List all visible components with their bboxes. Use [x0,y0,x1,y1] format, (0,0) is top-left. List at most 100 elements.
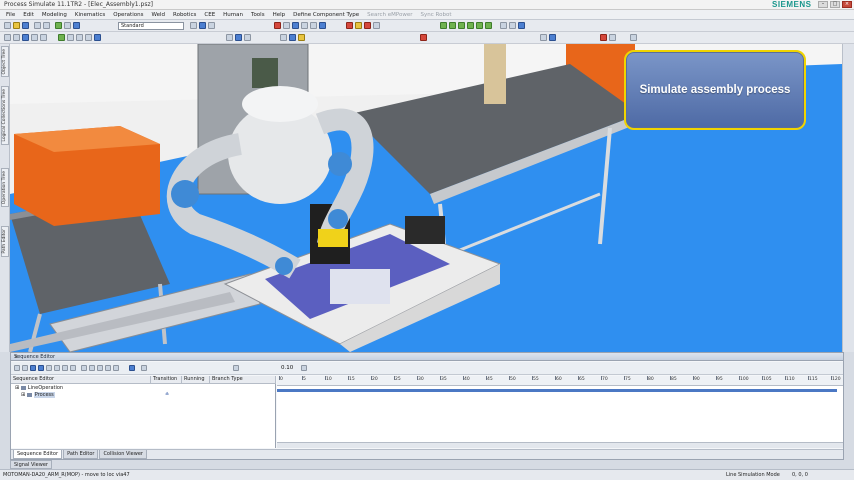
sim-time-value[interactable]: 0.10 [281,365,293,371]
list-icon[interactable] [13,34,20,41]
col-transition[interactable]: Transition [151,376,182,384]
light-icon[interactable] [289,34,296,41]
tree-icon[interactable] [4,34,11,41]
menu-tools[interactable]: Tools [251,12,265,18]
path-icon[interactable] [476,22,483,29]
time-up-icon[interactable] [301,365,307,371]
rotate-icon[interactable] [292,22,299,29]
menu-kinematics[interactable]: Kinematics [75,12,105,18]
tree-row-lineoperation[interactable]: ⊞ LineOperation [15,385,63,392]
menu-robotics[interactable]: Robotics [173,12,196,18]
col-branch-type[interactable]: Branch Type [210,376,276,384]
blank-icon[interactable] [298,34,305,41]
seq-zoom-in-icon[interactable] [30,365,36,371]
transition-icon[interactable]: ≛ [165,392,169,398]
measure-icon[interactable] [355,22,362,29]
plc-icon[interactable] [549,34,556,41]
menu-help[interactable]: Help [273,12,286,18]
reach-icon[interactable] [485,22,492,29]
part-icon[interactable] [31,34,38,41]
save-icon[interactable] [22,22,29,29]
seq-settings-icon[interactable] [233,365,239,371]
undo-icon[interactable] [34,22,41,29]
pause-sim-icon[interactable] [129,365,135,371]
simulation-mode[interactable]: Line Simulation Mode [726,472,780,478]
select-icon[interactable] [73,22,80,29]
teach-icon[interactable] [449,22,456,29]
col-sequence-editor[interactable]: Sequence Editor [11,376,151,384]
grid-icon[interactable] [500,22,507,29]
snap-icon[interactable] [208,22,215,29]
seq-tool-icon-2[interactable] [22,365,28,371]
move-icon[interactable] [283,22,290,29]
tree-row-process[interactable]: ⊞ Process [21,392,55,399]
section-icon[interactable] [373,22,380,29]
process-bar[interactable] [277,389,837,392]
jump-start-icon[interactable] [81,365,87,371]
tab-path-editor-side[interactable]: Path Editor [1,226,9,257]
frame-icon[interactable] [509,22,516,29]
color-icon[interactable] [280,34,287,41]
col-running[interactable]: Running [182,376,210,384]
alert-icon[interactable] [600,34,607,41]
seq-fit-icon[interactable] [46,365,52,371]
tab-sequence-editor[interactable]: Sequence Editor [13,450,63,459]
gantt-chart[interactable]: 0 5 10 15 20 25 30 35 40 45 50 55 60 65 70 75 80 85 90 95 10… [277,376,843,448]
open-icon[interactable] [13,22,20,29]
menu-file[interactable]: File [6,12,15,18]
menu-operations[interactable]: Operations [113,12,143,18]
redo-icon[interactable] [43,22,50,29]
menu-cee[interactable]: CEE [204,12,215,18]
filter-icon[interactable] [190,22,197,29]
layout-combo[interactable]: Standard [118,22,184,30]
tab-object-tree[interactable]: Object Tree [1,46,9,78]
panel-close-icon[interactable]: × [14,354,840,360]
record-icon[interactable] [346,22,353,29]
play-forward-icon[interactable] [113,365,119,371]
tab-path-editor[interactable]: Path Editor [63,450,99,459]
fit-icon[interactable] [310,22,317,29]
settings-icon[interactable] [609,34,616,41]
step-forward-icon[interactable] [105,365,111,371]
play-backward-icon[interactable] [97,365,103,371]
joint-icon[interactable] [467,22,474,29]
seq-tool-icon-1[interactable] [14,365,20,371]
step-back-icon[interactable] [89,365,95,371]
robot-icon[interactable] [440,22,447,29]
seq-link-icon[interactable] [54,365,60,371]
close-button[interactable]: × [842,1,852,8]
graphic-viewer[interactable]: Simulate assembly process [10,44,842,352]
weld-icon[interactable] [76,34,83,41]
menu-weld[interactable]: Weld [151,12,165,18]
seq-filter-icon[interactable] [70,365,76,371]
jog-icon[interactable] [458,22,465,29]
seq-unlink-icon[interactable] [62,365,68,371]
tab-operation-tree[interactable]: Operation Tree [1,168,9,208]
menu-modeling[interactable]: Modeling [42,12,67,18]
help-icon[interactable] [630,34,637,41]
tab-signal-viewer[interactable]: Signal Viewer [10,460,52,469]
location-icon[interactable] [85,34,92,41]
maximize-button[interactable]: □ [830,1,840,8]
menu-search-empower[interactable]: Search eMPower [367,12,412,18]
collision-icon[interactable] [364,22,371,29]
new-icon[interactable] [4,22,11,29]
seq-zoom-out-icon[interactable] [38,365,44,371]
pause-icon[interactable] [64,22,71,29]
gantt-scrollbar[interactable] [277,442,843,448]
menu-edit[interactable]: Edit [23,12,34,18]
resource-icon[interactable] [22,34,29,41]
cube-icon[interactable] [226,34,233,41]
mfg-icon[interactable] [67,34,74,41]
menu-define-component-type[interactable]: Define Component Type [293,12,359,18]
link-icon[interactable] [40,34,47,41]
solid-icon[interactable] [235,34,242,41]
menu-sync-robot[interactable]: Sync Robot [421,12,452,18]
placement-icon[interactable] [518,22,525,29]
tab-logical-collections[interactable]: Logical Collections Tree [1,86,9,145]
stop-icon[interactable] [274,22,281,29]
delete-icon[interactable] [420,34,427,41]
play-icon[interactable] [55,22,62,29]
gripper-icon[interactable] [94,34,101,41]
pick-icon[interactable] [199,22,206,29]
